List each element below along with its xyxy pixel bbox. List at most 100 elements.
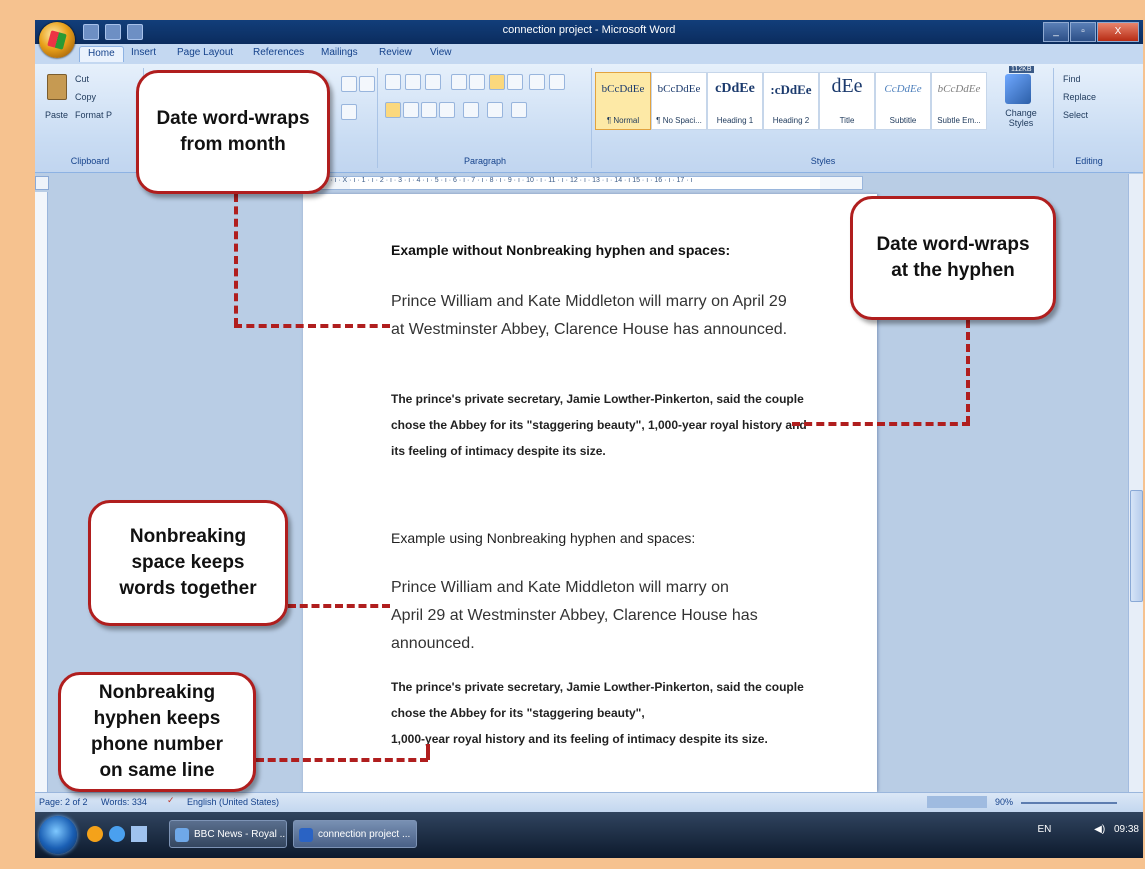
proofing-icon[interactable]: ✓ [167, 795, 175, 806]
horizontal-ruler[interactable]: 2 · ı · 1 · ı · X · ı · 1 · ı · 2 · ı · … [305, 176, 863, 190]
copy-button[interactable]: Copy [75, 92, 96, 102]
paragraph-using-line1: Prince William and Kate Middleton will m… [391, 579, 729, 596]
vertical-scrollbar[interactable] [1128, 174, 1143, 792]
style-no-spacing[interactable]: bCcDdEe ¶ No Spaci... [651, 72, 707, 130]
document-page[interactable]: Example without Nonbreaking hyphen and s… [303, 194, 877, 792]
styles-group: bCcDdEe ¶ Normal bCcDdEe ¶ No Spaci... c… [593, 66, 1054, 168]
window-title: connection project - Microsoft Word [502, 24, 676, 36]
tab-mailings[interactable]: Mailings [321, 47, 358, 58]
ltr-icon[interactable] [489, 74, 505, 90]
editing-label: Editing [1075, 156, 1103, 166]
multilevel-list-icon[interactable] [425, 74, 441, 90]
window-controls: _ ▫ X [1043, 22, 1139, 42]
align-center-icon[interactable] [403, 102, 419, 118]
clock[interactable]: 09:38 [1114, 824, 1139, 835]
start-button[interactable] [39, 816, 77, 854]
close-button[interactable]: X [1097, 22, 1139, 42]
ie-icon[interactable] [109, 826, 125, 842]
grow-font-icon[interactable] [341, 76, 357, 92]
example-without-heading: Example without Nonbreaking hyphen and s… [391, 242, 731, 258]
tab-review[interactable]: Review [379, 47, 412, 58]
tab-home[interactable]: Home [79, 46, 124, 62]
justify-icon[interactable] [439, 102, 455, 118]
clipboard-label: Clipboard [70, 156, 110, 166]
style-title[interactable]: dEe Title [819, 72, 875, 130]
line-spacing-icon[interactable] [463, 102, 479, 118]
volume-icon[interactable]: ◀) [1094, 824, 1105, 835]
paste-button[interactable]: Paste [45, 110, 68, 120]
connector-hyphen-vertical [966, 320, 970, 424]
example-using-heading: Example using Nonbreaking hyphen and spa… [391, 530, 696, 546]
view-buttons[interactable] [927, 796, 987, 808]
paste-icon[interactable] [47, 74, 67, 100]
replace-button[interactable]: Replace [1063, 92, 1096, 102]
clipboard-group: Paste Cut Copy Format P Clipboard [37, 68, 144, 168]
tab-page-layout[interactable]: Page Layout [177, 47, 233, 58]
minimize-button[interactable]: _ [1043, 22, 1069, 42]
align-right-icon[interactable] [421, 102, 437, 118]
cut-button[interactable]: Cut [75, 74, 89, 84]
word-icon [299, 828, 313, 842]
paragraph-label: Paragraph [463, 156, 507, 166]
browser-icon[interactable] [87, 826, 103, 842]
ruler-toggle-icon[interactable] [35, 176, 49, 190]
vertical-ruler[interactable] [35, 192, 48, 792]
numbering-icon[interactable] [405, 74, 421, 90]
callout-month-wrap: Date word-wraps from month [136, 70, 330, 194]
ie-icon [175, 828, 189, 842]
show-desktop-icon[interactable] [131, 826, 147, 842]
bold-paragraph-without: The prince's private secretary, Jamie Lo… [391, 392, 807, 458]
rtl-icon[interactable] [507, 74, 523, 90]
change-styles-button[interactable]: Change Styles [999, 108, 1043, 128]
font-color-icon[interactable] [341, 104, 357, 120]
connector-hyphen-horizontal [792, 422, 970, 426]
style-heading-1[interactable]: cDdEe Heading 1 [707, 72, 763, 130]
office-logo-icon [47, 30, 67, 50]
callout-nonbreaking-hyphen: Nonbreaking hyphen keeps phone number on… [58, 672, 256, 792]
shading-icon[interactable] [487, 102, 503, 118]
tab-references[interactable]: References [253, 47, 304, 58]
office-button[interactable] [39, 22, 75, 58]
taskbar: BBC News - Royal ... connection project … [35, 812, 1143, 858]
bullets-icon[interactable] [385, 74, 401, 90]
editing-group: Find Replace Select Editing [1055, 68, 1123, 168]
decrease-indent-icon[interactable] [451, 74, 467, 90]
tab-insert[interactable]: Insert [131, 47, 156, 58]
increase-indent-icon[interactable] [469, 74, 485, 90]
callout-hyphen-wrap: Date word-wraps at the hyphen [850, 196, 1056, 320]
borders-icon[interactable] [511, 102, 527, 118]
connector-month-horizontal [234, 324, 390, 328]
paragraph-using-rest: April 29 at Westminster Abbey, Clarence … [391, 607, 758, 652]
word-count[interactable]: Words: 334 [101, 797, 147, 807]
align-left-icon[interactable] [385, 102, 401, 118]
quick-launch [87, 826, 147, 842]
pilcrow-icon[interactable] [549, 74, 565, 90]
zoom-slider[interactable] [1021, 802, 1117, 804]
maximize-button[interactable]: ▫ [1070, 22, 1096, 42]
ruler-ticks: 2 · ı · 1 · ı · X · ı · 1 · ı · 2 · ı · … [306, 177, 693, 184]
connector-month-vertical [234, 194, 238, 326]
select-button[interactable]: Select [1063, 110, 1088, 120]
sort-icon[interactable] [529, 74, 545, 90]
style-heading-2[interactable]: :cDdEe Heading 2 [763, 72, 819, 130]
connector-space-horizontal [288, 604, 390, 608]
language-indicator[interactable]: EN [1037, 824, 1051, 835]
style-subtitle[interactable]: CcDdEe Subtitle [875, 72, 931, 130]
taskbar-item-bbc[interactable]: BBC News - Royal ... [169, 820, 287, 848]
find-button[interactable]: Find [1063, 74, 1081, 84]
scroll-thumb[interactable] [1130, 490, 1143, 602]
format-painter-button[interactable]: Format P [75, 110, 112, 120]
style-subtle-emphasis[interactable]: bCcDdEe Subtle Em... [931, 72, 987, 130]
taskbar-item-word[interactable]: connection project ... [293, 820, 417, 848]
page-count[interactable]: Page: 2 of 2 [39, 797, 88, 807]
bold-paragraph-using-rest: 1,000-year royal history and its feeling… [391, 732, 768, 746]
language-status[interactable]: English (United States) [187, 797, 279, 807]
change-styles-icon[interactable] [1005, 74, 1031, 104]
zoom-level[interactable]: 90% [995, 797, 1013, 807]
style-normal[interactable]: bCcDdEe ¶ Normal [595, 72, 651, 130]
bold-paragraph-using-line1: The prince's private secretary, Jamie Lo… [391, 680, 804, 720]
status-bar: Page: 2 of 2 Words: 334 ✓ English (Unite… [35, 792, 1143, 813]
paragraph-without: Prince William and Kate Middleton will m… [391, 293, 788, 338]
tab-view[interactable]: View [430, 47, 452, 58]
clear-format-icon[interactable] [359, 76, 375, 92]
